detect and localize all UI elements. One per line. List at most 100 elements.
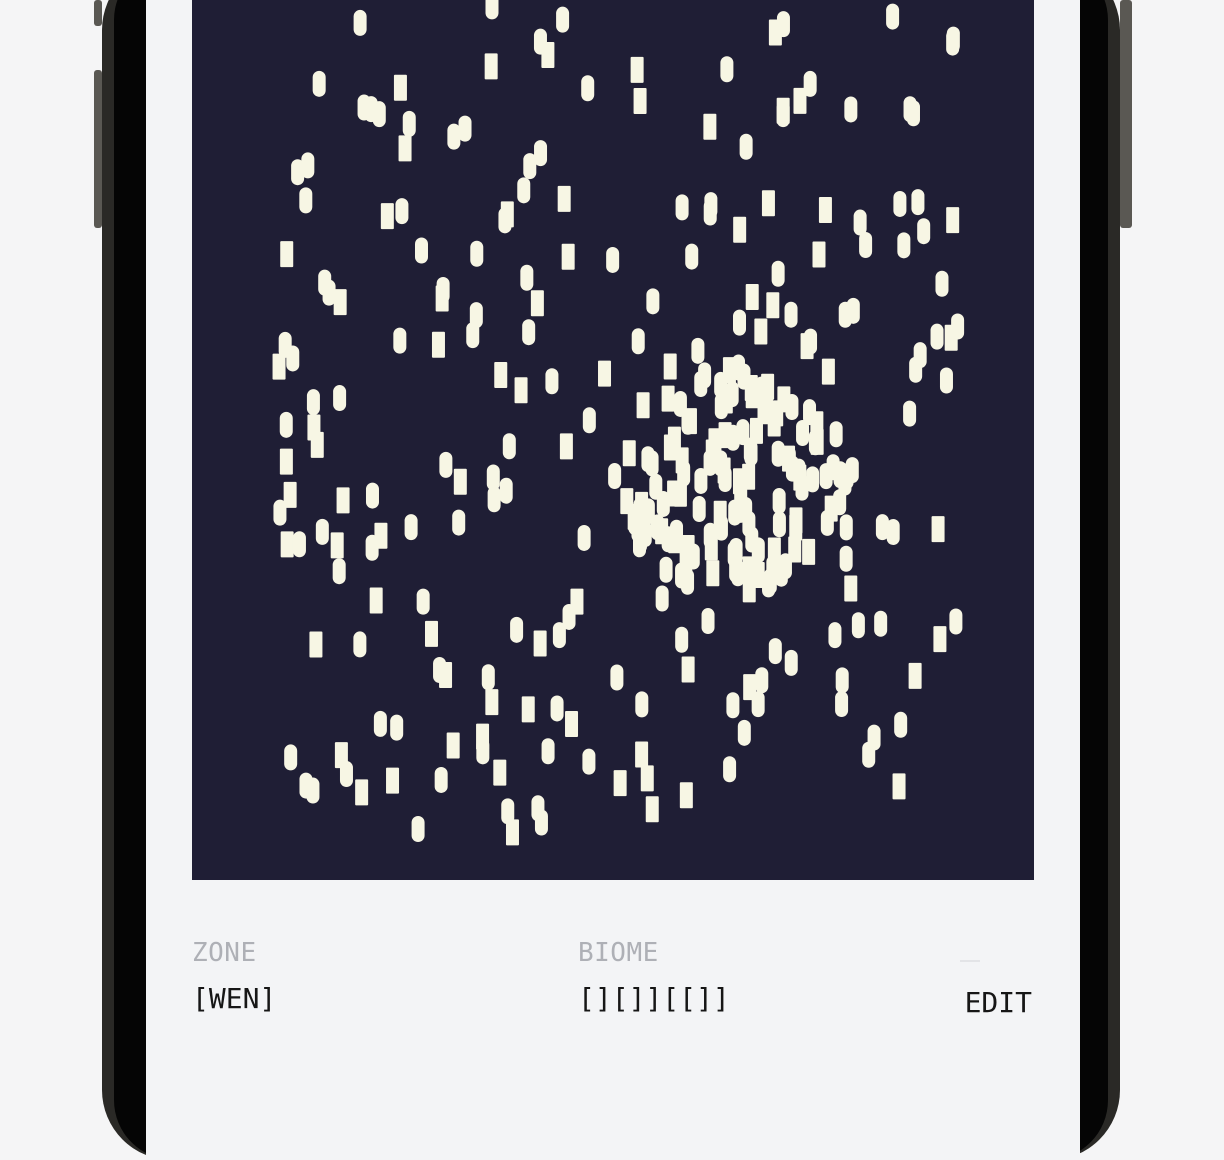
artwork-glyph xyxy=(301,152,315,179)
artwork-glyph xyxy=(908,662,922,689)
artwork-glyph xyxy=(522,319,536,346)
artwork-glyph xyxy=(946,207,960,234)
artwork-glyph xyxy=(828,622,842,649)
artwork-glyph xyxy=(706,560,720,587)
artwork-glyph xyxy=(446,732,460,759)
artwork-glyph xyxy=(793,87,807,114)
edit-button[interactable]: EDIT xyxy=(965,986,1032,1019)
artwork-glyph xyxy=(667,426,681,453)
artwork-glyph xyxy=(722,357,736,384)
artwork-glyph xyxy=(386,767,400,794)
artwork-glyph xyxy=(784,649,798,676)
artwork-glyph xyxy=(628,509,642,536)
artwork-glyph xyxy=(306,777,320,804)
artwork-glyph xyxy=(757,398,771,425)
artwork-glyph xyxy=(663,353,677,380)
artwork-glyph xyxy=(675,626,689,653)
artwork-glyph xyxy=(728,499,742,526)
artwork-glyph xyxy=(307,414,321,441)
artwork-glyph xyxy=(949,608,963,635)
artwork-glyph xyxy=(719,387,733,414)
artwork-glyph xyxy=(517,177,531,204)
artwork-glyph xyxy=(280,241,294,268)
artwork-glyph xyxy=(744,440,758,467)
artwork-glyph xyxy=(514,377,528,404)
artwork-glyph xyxy=(365,482,379,509)
artwork-glyph xyxy=(635,691,649,718)
artwork-glyph xyxy=(723,756,737,783)
artwork-glyph xyxy=(726,692,740,719)
artwork-glyph xyxy=(469,302,483,329)
artwork-glyph xyxy=(541,738,555,765)
artwork-glyph xyxy=(645,796,659,823)
artwork-glyph xyxy=(729,556,743,583)
artwork-glyph xyxy=(610,664,624,691)
artwork-glyph xyxy=(630,56,644,83)
artwork-glyph xyxy=(698,362,712,389)
artwork-glyph xyxy=(424,620,438,647)
artwork-glyph xyxy=(771,440,785,467)
artwork-glyph xyxy=(534,809,548,836)
artwork-glyph xyxy=(510,616,524,643)
artwork-glyph xyxy=(839,514,853,541)
artwork-glyph xyxy=(561,243,575,270)
artwork-glyph xyxy=(853,209,867,236)
artwork-glyph xyxy=(951,313,965,340)
artwork-glyph xyxy=(742,463,756,490)
artwork-glyph xyxy=(726,424,740,451)
artwork-glyph xyxy=(434,766,448,793)
artwork-glyph xyxy=(398,135,412,162)
artwork-glyph xyxy=(339,761,353,788)
artwork-glyph xyxy=(521,696,535,723)
artwork-glyph xyxy=(892,773,906,800)
artwork-glyph xyxy=(692,496,706,523)
artwork-glyph xyxy=(704,534,718,561)
artwork-glyph xyxy=(701,608,715,635)
artwork-glyph xyxy=(476,723,490,750)
zone-value: [WEN] xyxy=(192,982,277,1015)
artwork-glyph xyxy=(646,288,660,315)
artwork-glyph xyxy=(737,719,751,746)
artwork-glyph xyxy=(299,187,313,214)
artwork-glyph xyxy=(833,462,847,489)
artwork-glyph xyxy=(481,664,495,691)
artwork-glyph xyxy=(720,56,734,83)
artwork-glyph xyxy=(279,448,293,475)
side-button-left-top xyxy=(94,0,102,26)
artwork-glyph xyxy=(745,382,759,409)
artwork-glyph xyxy=(292,531,306,558)
artwork-glyph xyxy=(279,411,293,438)
artwork-glyph xyxy=(431,331,445,358)
artwork-glyph xyxy=(679,782,693,809)
artwork-glyph xyxy=(777,386,791,413)
artwork-glyph xyxy=(767,537,781,564)
artwork-glyph xyxy=(886,3,900,30)
artwork-glyph xyxy=(906,100,920,127)
artwork-glyph xyxy=(439,662,453,689)
artwork-glyph xyxy=(739,133,753,160)
side-button-left-volume xyxy=(94,70,102,228)
artwork-glyph xyxy=(835,691,849,718)
artwork-glyph xyxy=(835,667,849,694)
artwork-glyph xyxy=(829,421,843,448)
artwork-glyph xyxy=(581,75,595,102)
artwork-glyph xyxy=(784,301,798,328)
artwork-glyph xyxy=(608,463,622,490)
artwork-glyph xyxy=(776,101,790,128)
artwork-glyph xyxy=(498,207,512,234)
artwork-glyph xyxy=(812,241,826,268)
artwork-glyph xyxy=(930,323,944,350)
artwork-glyph xyxy=(372,101,386,128)
artwork-glyph xyxy=(280,531,294,558)
artwork-glyph xyxy=(333,385,347,412)
artwork-glyph xyxy=(582,407,596,434)
artwork-glyph xyxy=(939,367,953,394)
artwork-glyph xyxy=(897,232,911,259)
artwork-glyph xyxy=(867,724,881,751)
artwork-glyph xyxy=(439,451,453,478)
artwork-glyph xyxy=(369,587,383,614)
artwork-glyph xyxy=(818,197,832,224)
artwork-glyph xyxy=(453,468,467,495)
artwork-glyph xyxy=(452,509,466,536)
artwork-glyph xyxy=(793,464,807,491)
